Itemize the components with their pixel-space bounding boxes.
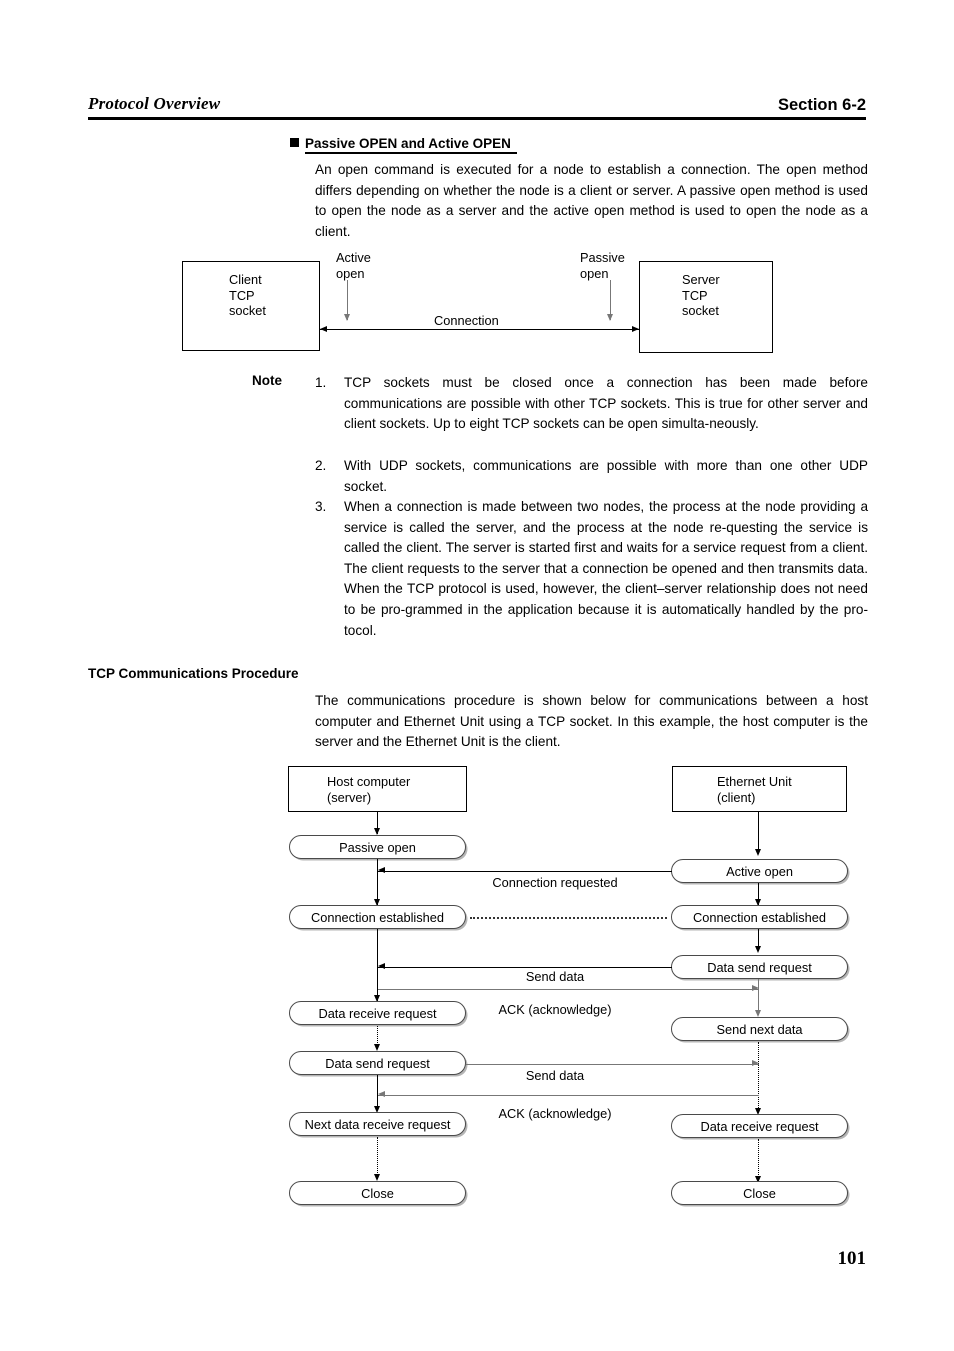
client-box-line-3: socket <box>229 303 266 318</box>
left-lifeline-dotted-2 <box>377 1137 379 1179</box>
note-label: Note <box>252 373 282 388</box>
right-step-data-send-request: Data send request <box>671 955 848 979</box>
message-arrowhead-ack-2-icon <box>378 1091 385 1097</box>
left-lifeline-arrowhead-1-icon <box>374 828 380 835</box>
right-step-data-send-request-label: Data send request <box>707 959 812 975</box>
right-step-close-label: Close <box>743 1185 776 1201</box>
right-lifeline-dotted-1 <box>758 1042 760 1112</box>
message-arrowhead-connection-requested-icon <box>378 867 385 873</box>
right-lifeline-arrowhead-4-icon <box>755 1010 761 1017</box>
note-text-2: With UDP sockets, communications are pos… <box>344 458 868 494</box>
tcp-communications-procedure-heading: TCP Communications Procedure <box>88 666 299 681</box>
message-label-connection-requested: Connection requested <box>492 875 618 890</box>
message-arrowhead-ack-1-icon <box>752 985 759 991</box>
header-title: Protocol Overview <box>88 94 221 113</box>
right-step-data-receive-request-label: Data receive request <box>700 1118 819 1134</box>
note-number-3: 3. <box>315 499 327 514</box>
host-computer-line-1: Host computer <box>327 774 411 789</box>
message-label-send-data-1: Send data <box>525 969 585 984</box>
right-lifeline-arrowhead-1-icon <box>755 849 761 856</box>
message-label-ack-1: ACK (acknowledge) <box>498 1002 612 1017</box>
ethernet-unit-line-2: (client) <box>717 789 756 805</box>
left-step-connection-established-label: Connection established <box>310 909 445 925</box>
subsection-heading-passive-active-open: Passive OPEN and Active OPEN <box>290 136 517 154</box>
message-line-send-data-1 <box>378 966 672 968</box>
left-step-data-send-request-label: Data send request <box>325 1055 430 1071</box>
passive-open-label: Passive open <box>580 250 625 281</box>
right-step-data-receive-request: Data receive request <box>671 1114 848 1138</box>
left-lifeline-arrowhead-6-icon <box>374 1174 380 1181</box>
server-box-line-1: Server <box>682 272 720 287</box>
host-computer-actor-box: Host computer (server) <box>288 766 467 812</box>
client-box-line-2: TCP <box>229 287 255 303</box>
message-label-ack-2: ACK (acknowledge) <box>498 1106 612 1121</box>
ethernet-unit-line-1: Ethernet Unit <box>717 774 792 789</box>
host-computer-line-2: (server) <box>327 789 372 805</box>
server-box-line-2: TCP <box>682 287 708 303</box>
left-step-next-data-receive-request-label: Next data receive request <box>304 1116 451 1132</box>
active-open-label: Active open <box>336 250 371 281</box>
client-tcp-socket-box: Client TCP socket <box>182 261 320 351</box>
connection-arrowhead-left-icon <box>320 325 327 332</box>
right-lifeline-arrowhead-3-icon <box>755 946 761 953</box>
right-step-connection-established: Connection established <box>671 905 848 929</box>
right-step-send-next-data: Send next data <box>671 1017 848 1041</box>
note-text-1: TCP sockets must be closed once a connec… <box>344 375 868 432</box>
header-section: Section 6-2 <box>777 96 866 114</box>
right-step-active-open: Active open <box>671 859 848 883</box>
tcp-communications-procedure-paragraph: The communications procedure is shown be… <box>315 693 868 750</box>
active-open-arrowhead-icon <box>343 314 350 321</box>
connection-arrowhead-right-icon <box>632 325 639 332</box>
note-text-3: When a connection is made between two no… <box>344 499 868 638</box>
left-step-close: Close <box>289 1181 466 1205</box>
right-step-active-open-label: Active open <box>726 863 793 879</box>
message-line-ack-2 <box>378 1094 759 1096</box>
server-box-line-3: socket <box>682 303 719 318</box>
passive-open-label-line-2: open <box>580 265 609 281</box>
right-step-connection-established-label: Connection established <box>692 909 827 925</box>
passive-open-label-line-1: Passive <box>580 250 625 265</box>
note-number-2: 2. <box>315 458 327 473</box>
message-label-send-data-2: Send data <box>525 1068 585 1083</box>
passive-open-arrowhead-icon <box>606 314 613 321</box>
active-open-label-line-1: Active <box>336 250 371 265</box>
header-rule <box>88 117 866 120</box>
left-step-passive-open: Passive open <box>289 835 466 859</box>
page-number: 101 <box>837 1248 867 1269</box>
right-step-send-next-data-label: Send next data <box>716 1021 803 1037</box>
left-lifeline-arrowhead-4-icon <box>374 1044 380 1051</box>
page-header: Protocol Overview Section 6-2 <box>88 86 866 120</box>
bullet-square-icon <box>290 138 299 147</box>
message-line-ack-1 <box>378 988 759 990</box>
server-tcp-socket-box: Server TCP socket <box>639 261 773 353</box>
client-box-line-1: Client <box>229 272 262 287</box>
right-step-close: Close <box>671 1181 848 1205</box>
ethernet-unit-actor-box: Ethernet Unit (client) <box>672 766 847 812</box>
connection-established-link <box>470 916 667 919</box>
passive-active-open-paragraph: An open command is executed for a node t… <box>315 162 868 239</box>
connection-label: Connection <box>434 313 499 328</box>
subsection-heading-label: Passive OPEN and Active OPEN <box>305 136 517 154</box>
active-open-label-line-2: open <box>336 265 365 281</box>
left-step-data-receive-request-label: Data receive request <box>318 1005 437 1021</box>
left-step-close-label: Close <box>361 1185 394 1201</box>
connection-line <box>320 329 639 330</box>
message-line-connection-requested <box>378 870 672 872</box>
left-step-connection-established: Connection established <box>289 905 466 929</box>
message-line-send-data-2 <box>466 1063 759 1065</box>
right-lifeline-seg-1 <box>758 812 760 854</box>
message-arrowhead-send-data-1-icon <box>378 963 385 969</box>
right-lifeline-dotted-2 <box>758 1139 760 1181</box>
note-number-1: 1. <box>315 375 327 390</box>
message-arrowhead-send-data-2-icon <box>752 1060 759 1066</box>
left-step-passive-open-label: Passive open <box>339 839 416 855</box>
